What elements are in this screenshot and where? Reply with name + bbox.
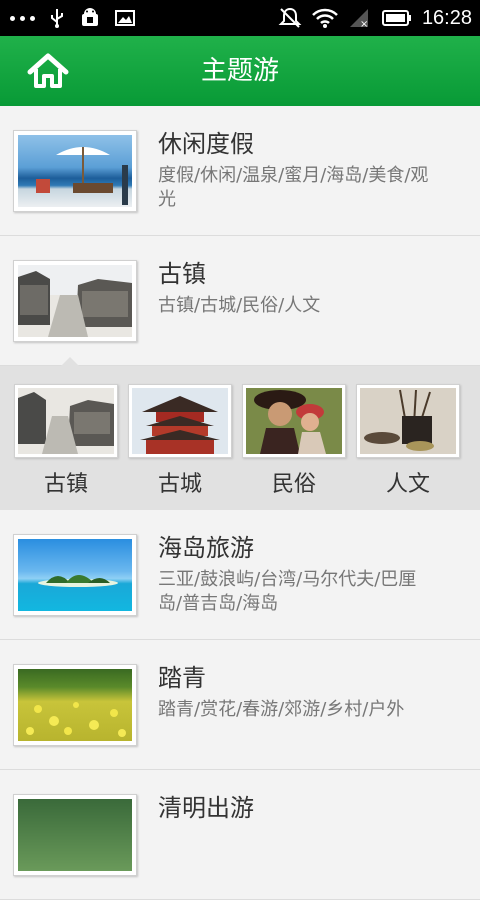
subcategory-label: 人文	[385, 472, 430, 497]
subcategory-folk-custom[interactable]: 民俗	[242, 384, 346, 498]
theme-name: 清明出游	[158, 794, 254, 822]
subcategory-thumbnail	[14, 384, 118, 458]
theme-item-leisure[interactable]: 休闲度假 度假/休闲/温泉/蜜月/海岛/美食/观光	[0, 106, 480, 236]
subcategory-thumbnail	[128, 384, 232, 458]
theme-thumbnail	[13, 794, 137, 876]
theme-tags: 三亚/鼓浪屿/台湾/马尔代夫/巴厘岛/普吉岛/海岛	[158, 569, 417, 614]
subcategory-label: 民俗	[271, 472, 316, 497]
subcategory-thumbnail	[356, 384, 460, 458]
wifi-icon	[312, 8, 338, 28]
theme-tags: 踏青/赏花/春游/郊游/乡村/户外	[158, 699, 405, 720]
subcategory-label: 古城	[157, 472, 202, 497]
theme-thumbnail	[13, 664, 137, 746]
subcategory-ancient-city[interactable]: 古城	[128, 384, 232, 498]
theme-name: 休闲度假	[158, 130, 254, 158]
svg-text:×: ×	[360, 19, 368, 28]
theme-tags: 度假/休闲/温泉/蜜月/海岛/美食/观光	[158, 165, 429, 210]
usb-icon	[51, 9, 63, 28]
theme-tags: 古镇/古城/民俗/人文	[158, 295, 321, 316]
image-icon	[115, 10, 135, 26]
theme-item-outing[interactable]: 踏青 踏青/赏花/春游/郊游/乡村/户外	[0, 640, 480, 770]
subcategory-panel: 古镇 古城 民俗 人文	[0, 357, 480, 510]
theme-thumbnail	[13, 534, 137, 616]
page-title: 主题游	[200, 56, 279, 86]
theme-item-ancient-town[interactable]: 古镇 古镇/古城/民俗/人文	[0, 236, 480, 366]
subcategory-label: 古镇	[43, 472, 88, 497]
theme-name: 踏青	[158, 664, 206, 692]
theme-name: 海岛旅游	[158, 534, 254, 562]
theme-list: 休闲度假 度假/休闲/温泉/蜜月/海岛/美食/观光 古镇 古镇/古城/民俗/人文	[0, 106, 480, 900]
android-debug-icon	[82, 8, 98, 26]
theme-thumbnail	[13, 130, 137, 212]
more-icon	[10, 15, 35, 21]
app-bar: 主题游	[0, 36, 480, 106]
theme-item-island[interactable]: 海岛旅游 三亚/鼓浪屿/台湾/马尔代夫/巴厘岛/普吉岛/海岛	[0, 510, 480, 640]
subcategory-ancient-town[interactable]: 古镇	[14, 384, 118, 498]
clock: 16:28	[421, 6, 472, 29]
theme-item-qingming[interactable]: 清明出游	[0, 770, 480, 900]
signal-icon: ×	[349, 9, 368, 28]
battery-icon	[381, 10, 411, 26]
theme-name: 古镇	[158, 260, 206, 288]
subcategory-thumbnail	[242, 384, 346, 458]
panel-pointer	[60, 357, 80, 367]
subcategory-culture[interactable]: 人文	[356, 384, 460, 498]
mute-icon	[278, 7, 302, 28]
status-bar: × 16:28	[0, 0, 480, 36]
theme-thumbnail	[13, 260, 137, 342]
